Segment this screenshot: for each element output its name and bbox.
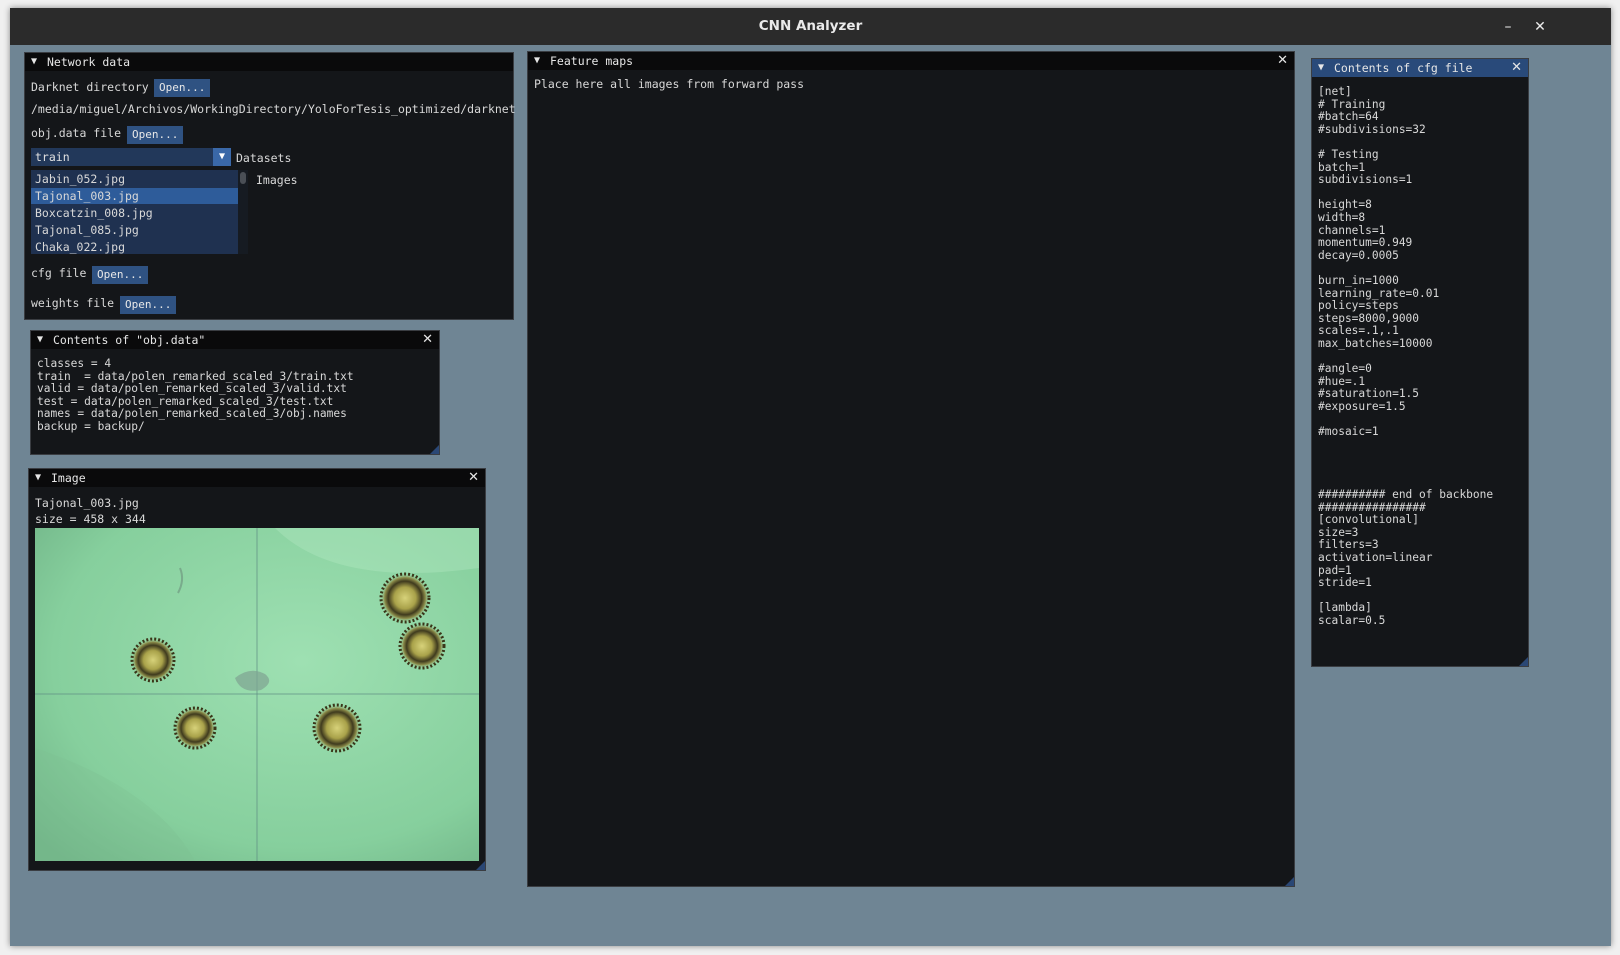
- list-item[interactable]: Boxcatzin_008.jpg: [31, 205, 238, 221]
- cfg-open-button[interactable]: Open...: [92, 266, 149, 284]
- collapse-icon[interactable]: ▼: [534, 52, 540, 70]
- darknet-path: /media/miguel/Archivos/WorkingDirectory/…: [31, 102, 516, 116]
- close-icon[interactable]: ✕: [468, 469, 479, 487]
- image-filename: Tajonal_003.jpg: [35, 496, 139, 510]
- images-label: Images: [256, 173, 298, 187]
- objdata-label: obj.data file: [31, 126, 122, 140]
- weights-file-label: weights file: [31, 296, 115, 310]
- collapse-icon[interactable]: ▼: [37, 331, 43, 349]
- window-title: Network data: [47, 55, 131, 69]
- window-title: Image: [51, 471, 86, 485]
- chevron-down-icon[interactable]: ▼: [213, 148, 231, 166]
- cfg-file-label: cfg file: [31, 266, 87, 280]
- minimize-icon[interactable]: –: [1498, 17, 1518, 37]
- microscope-image: [35, 528, 479, 861]
- darknet-directory-label: Darknet directory: [31, 80, 149, 94]
- images-scrollbar[interactable]: [238, 170, 248, 254]
- list-item[interactable]: Chaka_022.jpg: [31, 239, 238, 254]
- window-title: Contents of "obj.data": [53, 333, 206, 347]
- window-title: Contents of cfg file: [1334, 61, 1473, 75]
- image-window: ▼ Image ✕ Tajonal_003.jpg size = 458 x 3…: [28, 468, 486, 871]
- title-bar[interactable]: CNN Analyzer – ✕: [10, 8, 1611, 45]
- window-title: Feature maps: [550, 54, 634, 68]
- objdata-content: classes = 4 train = data/polen_remarked_…: [37, 357, 354, 433]
- resize-grip[interactable]: [1519, 657, 1528, 666]
- list-item[interactable]: Jabin_052.jpg: [31, 171, 238, 187]
- resize-grip[interactable]: [1285, 877, 1294, 886]
- list-item-selected[interactable]: Tajonal_003.jpg: [31, 188, 238, 204]
- feature-maps-placeholder: Place here all images from forward pass: [534, 77, 805, 91]
- app-title: CNN Analyzer: [758, 18, 863, 34]
- feature-maps-header[interactable]: ▼ Feature maps ✕: [528, 52, 1294, 70]
- close-icon[interactable]: ✕: [1511, 59, 1522, 77]
- weights-open-button[interactable]: Open...: [120, 296, 177, 314]
- app-window: CNN Analyzer – ✕ ▼ Network data Darknet …: [10, 8, 1611, 946]
- close-icon[interactable]: ✕: [422, 331, 433, 349]
- resize-grip[interactable]: [430, 445, 439, 454]
- collapse-icon[interactable]: ▼: [1318, 59, 1324, 77]
- objdata-contents-window: ▼ Contents of "obj.data" ✕ classes = 4 t…: [30, 330, 440, 455]
- resize-grip[interactable]: [476, 861, 485, 870]
- collapse-icon[interactable]: ▼: [31, 53, 37, 71]
- darknet-open-button[interactable]: Open...: [154, 79, 211, 97]
- dataset-combo-value: train: [35, 150, 70, 164]
- image-size: size = 458 x 344: [35, 512, 146, 526]
- image-window-header[interactable]: ▼ Image ✕: [29, 469, 485, 487]
- dataset-combo[interactable]: train ▼: [31, 148, 231, 166]
- close-icon[interactable]: ✕: [1277, 52, 1288, 70]
- objdata-open-button[interactable]: Open...: [127, 126, 184, 144]
- feature-maps-window: ▼ Feature maps ✕ Place here all images f…: [527, 51, 1295, 887]
- images-listbox[interactable]: Jabin_052.jpg Tajonal_003.jpg Boxcatzin_…: [31, 170, 238, 254]
- objdata-contents-header[interactable]: ▼ Contents of "obj.data" ✕: [31, 331, 439, 349]
- collapse-icon[interactable]: ▼: [35, 469, 41, 487]
- cfg-contents-window: ▼ Contents of cfg file ✕ [net] # Trainin…: [1311, 58, 1529, 667]
- network-data-window: ▼ Network data Darknet directory Open...…: [24, 52, 516, 320]
- list-item[interactable]: Tajonal_085.jpg: [31, 222, 238, 238]
- window-close-icon[interactable]: ✕: [1530, 17, 1550, 37]
- datasets-label: Datasets: [236, 151, 292, 165]
- network-data-header[interactable]: ▼ Network data: [25, 53, 513, 71]
- cfg-content: [net] # Training #batch=64 #subdivisions…: [1318, 85, 1494, 627]
- cfg-contents-header[interactable]: ▼ Contents of cfg file ✕: [1312, 59, 1528, 77]
- scrollbar-thumb[interactable]: [240, 172, 246, 184]
